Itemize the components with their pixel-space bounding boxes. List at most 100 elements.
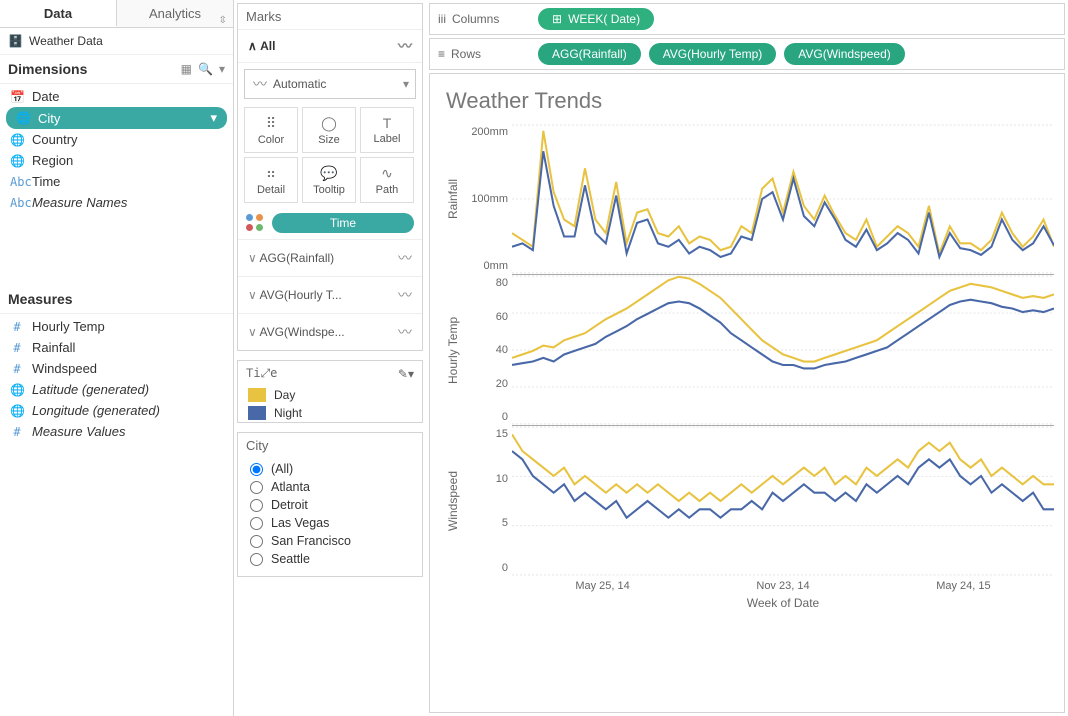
field-date[interactable]: 📅 Date [0, 86, 233, 107]
chart-rainfall: Rainfall200mm100mm0mm [440, 124, 1054, 274]
city-radio[interactable] [250, 481, 263, 494]
line-icon [398, 285, 412, 305]
legend-card: Ti⤢e ✎▾ DayNight [237, 360, 423, 423]
field-label: Windspeed [32, 361, 97, 376]
marks-all-label: All [260, 39, 275, 53]
mark-size-button[interactable]: ◯Size [302, 107, 356, 153]
marks-sub-avg-hourly-t-[interactable]: ∨ AVG(Hourly T... [238, 276, 422, 313]
legend-item-day[interactable]: Day [238, 386, 422, 404]
field-time[interactable]: AbcTime [0, 171, 233, 192]
x-axis-label: Week of Date [512, 592, 1054, 610]
legend-swatch [248, 406, 266, 420]
field-label: Measure Names [32, 195, 127, 210]
city-option--all-[interactable]: (All) [238, 460, 422, 478]
city-radio[interactable] [250, 499, 263, 512]
tab-analytics[interactable]: Analytics [117, 0, 233, 27]
mark-type-label: Automatic [273, 77, 326, 91]
dimensions-header: Dimensions ▦ 🔍 ▾ [0, 55, 233, 84]
city-label: Atlanta [271, 480, 310, 494]
field-country[interactable]: 🌐 Country [0, 129, 233, 150]
view-icon[interactable]: ▦ [181, 62, 192, 76]
row-pill[interactable]: AVG(Windspeed) [784, 43, 904, 65]
field-longitude-generated-[interactable]: 🌐Longitude (generated) [0, 400, 233, 421]
mark-color-button[interactable]: ⠿Color [244, 107, 298, 153]
mark-detail-button[interactable]: ⠶Detail [244, 157, 298, 203]
mark-path-button[interactable]: ∿Path [360, 157, 414, 203]
field-region[interactable]: 🌐Region [0, 150, 233, 171]
city-radio[interactable] [250, 463, 263, 476]
city-option-san-francisco[interactable]: San Francisco [238, 532, 422, 550]
viz-title[interactable]: Weather Trends [446, 88, 1054, 114]
field-type-icon: Abc [10, 175, 24, 189]
row-pill[interactable]: AVG(Hourly Temp) [649, 43, 777, 65]
plot-area[interactable] [512, 275, 1054, 425]
field-label: Country [32, 132, 78, 147]
field-measure-names[interactable]: AbcMeasure Names [0, 192, 233, 213]
chart-hourly-temp: Hourly Temp806040200 [440, 275, 1054, 425]
series-day[interactable] [512, 131, 1054, 254]
field-label: Measure Values [32, 424, 125, 439]
series-day[interactable] [512, 277, 1054, 362]
marks-all-row[interactable]: ∧ All [238, 29, 422, 63]
field-label: Date [32, 89, 59, 104]
mark-label-button[interactable]: TLabel [360, 107, 414, 153]
line-icon [398, 322, 412, 342]
plot-area[interactable] [512, 124, 1054, 274]
field-type-icon: 🌐 [10, 133, 24, 147]
row-pill[interactable]: AGG(Rainfall) [538, 43, 641, 65]
y-axis-ticks: 200mm100mm0mm [466, 124, 512, 274]
y-axis-ticks: 806040200 [466, 275, 512, 425]
field-label: Longitude (generated) [32, 403, 160, 418]
columns-shelf[interactable]: iii Columns ⊞WEEK( Date) [429, 3, 1065, 35]
field-dropdown-icon[interactable]: ▾ [210, 110, 217, 126]
color-pill[interactable]: Time [272, 213, 414, 233]
series-night[interactable] [512, 151, 1054, 257]
legend-label: Night [274, 406, 302, 420]
city-radio[interactable] [250, 535, 263, 548]
field-hourly-temp[interactable]: #Hourly Temp [0, 316, 233, 337]
plot-area[interactable] [512, 426, 1054, 576]
city-option-detroit[interactable]: Detroit [238, 496, 422, 514]
series-day[interactable] [512, 434, 1054, 501]
field-measure-values[interactable]: #Measure Values [0, 421, 233, 442]
column-pill[interactable]: ⊞WEEK( Date) [538, 8, 654, 30]
columns-label: Columns [452, 12, 499, 26]
marks-sub-avg-windspe-[interactable]: ∨ AVG(Windspe... [238, 313, 422, 350]
city-option-seattle[interactable]: Seattle [238, 550, 422, 568]
legend-highlight-icon[interactable]: ✎▾ [398, 367, 414, 381]
y-axis-label: Rainfall [440, 124, 466, 274]
plus-icon: ⊞ [552, 12, 562, 26]
field-windspeed[interactable]: #Windspeed [0, 358, 233, 379]
color-pill-row[interactable]: Time [238, 207, 422, 239]
field-latitude-generated-[interactable]: 🌐Latitude (generated) [0, 379, 233, 400]
marks-sub-agg-rainfall-[interactable]: ∨ AGG(Rainfall) [238, 239, 422, 276]
legend-item-night[interactable]: Night [238, 404, 422, 422]
city-filter-title: City [238, 433, 422, 458]
city-radio[interactable] [250, 517, 263, 530]
menu-icon[interactable]: ▾ [219, 62, 225, 76]
mark-type-dropdown[interactable]: Automatic [244, 69, 416, 99]
search-icon[interactable]: 🔍 [198, 62, 213, 76]
field-type-icon: 🌐 [10, 154, 24, 168]
y-axis-label: Windspeed [440, 426, 466, 576]
field-type-icon: 📅 [10, 90, 24, 104]
city-radio[interactable] [250, 553, 263, 566]
rows-shelf[interactable]: ≡Rows AGG(Rainfall)AVG(Hourly Temp)AVG(W… [429, 38, 1065, 70]
city-option-atlanta[interactable]: Atlanta [238, 478, 422, 496]
chart-windspeed: Windspeed151050 [440, 426, 1054, 576]
city-label: (All) [271, 462, 293, 476]
field-type-icon: 🌐 [16, 111, 30, 125]
datasource-row[interactable]: 🗄️ Weather Data [0, 28, 233, 55]
tab-data[interactable]: Data [0, 0, 117, 27]
measures-header: Measures [0, 285, 233, 314]
field-type-icon: # [10, 341, 24, 355]
city-filter-card: City (All) Atlanta Detroit Las Vegas San Fra… [237, 432, 423, 577]
field-rainfall[interactable]: #Rainfall [0, 337, 233, 358]
y-axis-ticks: 151050 [466, 426, 512, 576]
mark-tooltip-button[interactable]: 💬Tooltip [302, 157, 356, 203]
city-label: Las Vegas [271, 516, 329, 530]
series-night[interactable] [512, 300, 1054, 369]
city-option-las-vegas[interactable]: Las Vegas [238, 514, 422, 532]
field-city[interactable]: 🌐City▾ [6, 107, 227, 129]
columns-icon: iii [438, 12, 446, 26]
